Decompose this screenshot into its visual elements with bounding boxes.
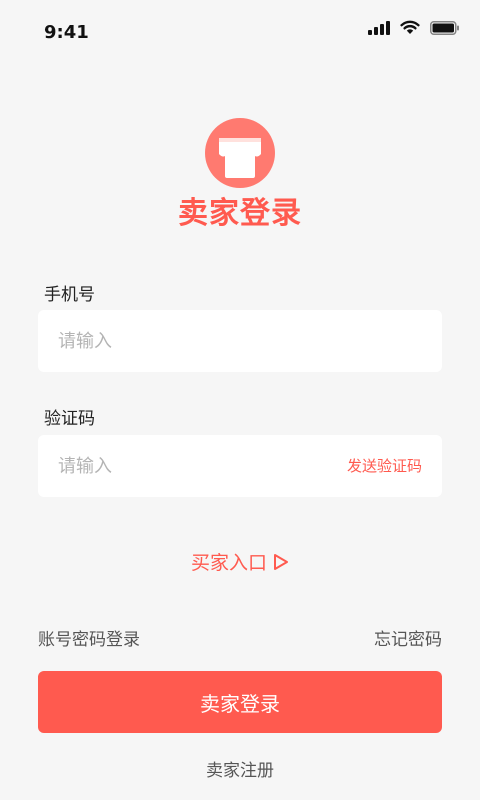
play-triangle-icon [273, 553, 289, 576]
seller-register-link[interactable]: 卖家注册 [0, 756, 480, 781]
status-icons [368, 20, 460, 39]
code-input[interactable] [58, 435, 318, 497]
seller-login-button[interactable]: 卖家登录 [38, 671, 442, 733]
code-field-box: 发送验证码 [38, 435, 442, 497]
status-bar: 9:41 [0, 0, 480, 60]
phone-input[interactable] [58, 310, 418, 372]
page-title: 卖家登录 [178, 196, 302, 231]
cellular-signal-icon [368, 20, 390, 39]
battery-icon [430, 20, 460, 39]
buyer-entry-label: 买家入口 [190, 552, 267, 574]
wifi-icon [400, 20, 420, 39]
phone-field-box [38, 310, 442, 372]
phone-label: 手机号 [44, 285, 95, 305]
status-time: 9:41 [44, 22, 89, 43]
store-awning-icon [205, 118, 275, 188]
store-logo [205, 118, 275, 188]
password-login-link[interactable]: 账号密码登录 [38, 625, 140, 650]
forgot-password-link[interactable]: 忘记密码 [374, 625, 442, 650]
code-label: 验证码 [44, 409, 95, 429]
buyer-entry-link[interactable]: 买家入口 [0, 548, 480, 576]
send-code-button[interactable]: 发送验证码 [347, 435, 422, 497]
